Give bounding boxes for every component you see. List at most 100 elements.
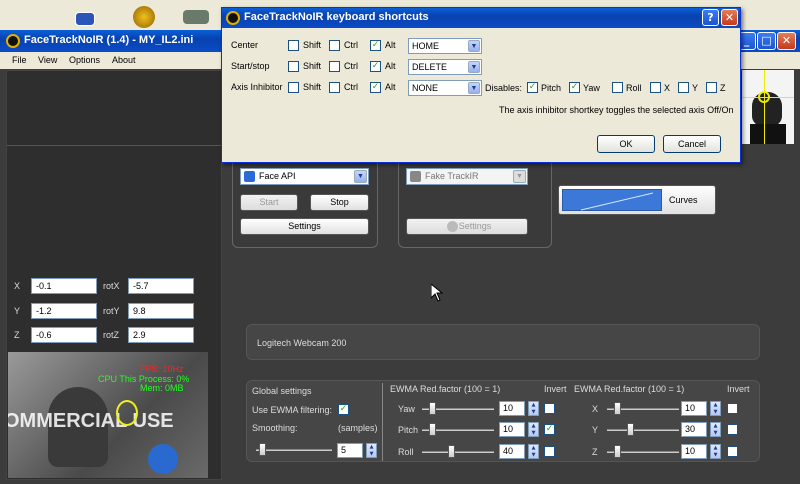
alt-label: Alt <box>385 61 396 71</box>
key-select[interactable]: DELETE ▼ <box>408 59 482 75</box>
translation_filter-spin-arrows[interactable]: ▲ ▼ <box>710 422 721 437</box>
ctrl-checkbox[interactable] <box>329 61 340 72</box>
disables-label: Disables: <box>485 83 523 93</box>
ctrl-label: Ctrl <box>344 40 358 50</box>
alt-checkbox[interactable]: ✓ <box>370 61 381 72</box>
translation_filter-slider-thumb[interactable] <box>614 402 621 415</box>
disable-pitch-checkbox[interactable]: ✓ <box>527 82 538 93</box>
dialog-title: FaceTrackNoIR keyboard shortcuts <box>244 11 429 23</box>
body-silhouette <box>750 124 786 144</box>
rotation_filter-slider-thumb[interactable] <box>429 423 436 436</box>
dialog-close-button[interactable]: ✕ <box>721 9 738 26</box>
alt-checkbox[interactable]: ✓ <box>370 82 381 93</box>
rotation_filter-slider-thumb[interactable] <box>429 402 436 415</box>
translation_filter-invert-checkbox[interactable] <box>727 403 738 414</box>
translation_filter-invert-checkbox[interactable] <box>727 446 738 457</box>
key-select[interactable]: NONE ▼ <box>408 80 482 96</box>
translation_filter-row-label: X <box>592 404 599 414</box>
disable-roll-label: Roll <box>626 83 642 93</box>
menu-about[interactable]: About <box>112 55 136 65</box>
translation_filter-spinbox[interactable]: 30 <box>681 422 707 437</box>
shift-label: Shift <box>303 82 322 92</box>
maximize-button[interactable]: □ <box>757 32 776 50</box>
camera-panel: Logitech Webcam 200 <box>246 324 760 360</box>
head-pose-preview <box>742 70 794 144</box>
global-settings-title: Global settings <box>252 386 312 396</box>
crosshair-v <box>764 70 765 144</box>
cancel-button[interactable]: Cancel <box>663 135 721 153</box>
ctrl-checkbox[interactable] <box>329 40 340 51</box>
desktop-window-icon[interactable] <box>75 12 95 26</box>
disable-yaw-checkbox[interactable]: ✓ <box>569 82 580 93</box>
rotation_filter-spin-arrows[interactable]: ▲ ▼ <box>528 422 539 437</box>
key-select-value: HOME <box>412 41 439 51</box>
protocol-settings-label: Settings <box>458 221 492 231</box>
rotation_filter-slider[interactable] <box>422 451 494 453</box>
crosshair-target-icon <box>758 91 770 103</box>
translation_filter-slider[interactable] <box>607 429 679 431</box>
curves-thumbnail-icon <box>562 189 662 211</box>
translation_filter-row-label: Y <box>592 425 599 435</box>
alt-checkbox[interactable]: ✓ <box>370 40 381 51</box>
face-api-icon <box>244 171 255 182</box>
shift-checkbox[interactable] <box>288 82 299 93</box>
rotation_filter-spinbox[interactable]: 10 <box>499 422 525 437</box>
stop-button[interactable]: Stop <box>310 194 369 211</box>
rotation_filter-spinbox[interactable]: 40 <box>499 444 525 459</box>
help-button[interactable]: ? <box>702 9 719 26</box>
mouse-cursor-icon <box>431 284 443 302</box>
shift-checkbox[interactable] <box>288 61 299 72</box>
ctrl-label: Ctrl <box>344 61 358 71</box>
trans-invert-label: Invert <box>727 384 750 394</box>
smoothing-spin-arrows[interactable]: ▲ ▼ <box>366 443 377 458</box>
protocol-settings-button[interactable]: Settings <box>406 218 528 235</box>
menu-file[interactable]: File <box>12 55 27 65</box>
roty-value: 9.8 <box>128 303 194 319</box>
dialog-title-bar[interactable]: FaceTrackNoIR keyboard shortcuts ? ✕ <box>222 8 740 28</box>
desktop-app-icon[interactable] <box>133 6 155 28</box>
menu-view[interactable]: View <box>38 55 57 65</box>
disable-roll-checkbox[interactable] <box>612 82 623 93</box>
disable-y-checkbox[interactable] <box>678 82 689 93</box>
rotation_filter-spin-arrows[interactable]: ▲ ▼ <box>528 401 539 416</box>
start-button[interactable]: Start <box>240 194 298 211</box>
ctrl-checkbox[interactable] <box>329 82 340 93</box>
chevron-down-icon: ▼ <box>513 170 526 183</box>
rotation_filter-slider-thumb[interactable] <box>448 445 455 458</box>
translation_filter-invert-checkbox[interactable] <box>727 424 738 435</box>
tracker-settings-button[interactable]: Settings <box>240 218 369 235</box>
translation_filter-spin-arrows[interactable]: ▲ ▼ <box>710 444 721 459</box>
smoothing-spinbox[interactable]: 5 <box>337 443 363 458</box>
menu-options[interactable]: Options <box>69 55 100 65</box>
translation_filter-spinbox[interactable]: 10 <box>681 401 707 416</box>
rotation_filter-invert-checkbox[interactable] <box>544 446 555 457</box>
key-select[interactable]: HOME ▼ <box>408 38 482 54</box>
close-button[interactable]: ✕ <box>777 32 796 50</box>
disable-x-checkbox[interactable] <box>650 82 661 93</box>
ewma-filter-checkbox[interactable]: ✓ <box>338 404 349 415</box>
face-tracking-overlay <box>116 400 138 426</box>
rotation_filter-spinbox[interactable]: 10 <box>499 401 525 416</box>
ok-button[interactable]: OK <box>597 135 655 153</box>
curves-button[interactable]: Curves <box>558 185 716 215</box>
smoothing-slider-thumb[interactable] <box>259 443 266 456</box>
disable-z-checkbox[interactable] <box>706 82 717 93</box>
translation_filter-spinbox[interactable]: 10 <box>681 444 707 459</box>
rotation_filter-invert-checkbox[interactable]: ✓ <box>544 424 555 435</box>
tracker-select[interactable]: Face API ▼ <box>240 168 369 185</box>
video-blue-object <box>148 444 178 474</box>
protocol-select[interactable]: Fake TrackIR ▼ <box>406 168 528 185</box>
curves-label: Curves <box>669 195 698 205</box>
desktop-aircraft-icon[interactable] <box>183 10 209 24</box>
x-label: X <box>14 281 21 291</box>
shift-checkbox[interactable] <box>288 40 299 51</box>
rotation_filter-invert-checkbox[interactable] <box>544 403 555 414</box>
samples-label: (samples) <box>338 423 378 433</box>
video-preview: OMMERCIAL USE FPS: 10Hz CPU This Process… <box>8 352 208 478</box>
translation_filter-spin-arrows[interactable]: ▲ ▼ <box>710 401 721 416</box>
translation_filter-slider-thumb[interactable] <box>627 423 634 436</box>
smoothing-slider[interactable] <box>256 449 332 451</box>
translation_filter-slider-thumb[interactable] <box>614 445 621 458</box>
rotation_filter-spin-arrows[interactable]: ▲ ▼ <box>528 444 539 459</box>
alt-label: Alt <box>385 82 396 92</box>
